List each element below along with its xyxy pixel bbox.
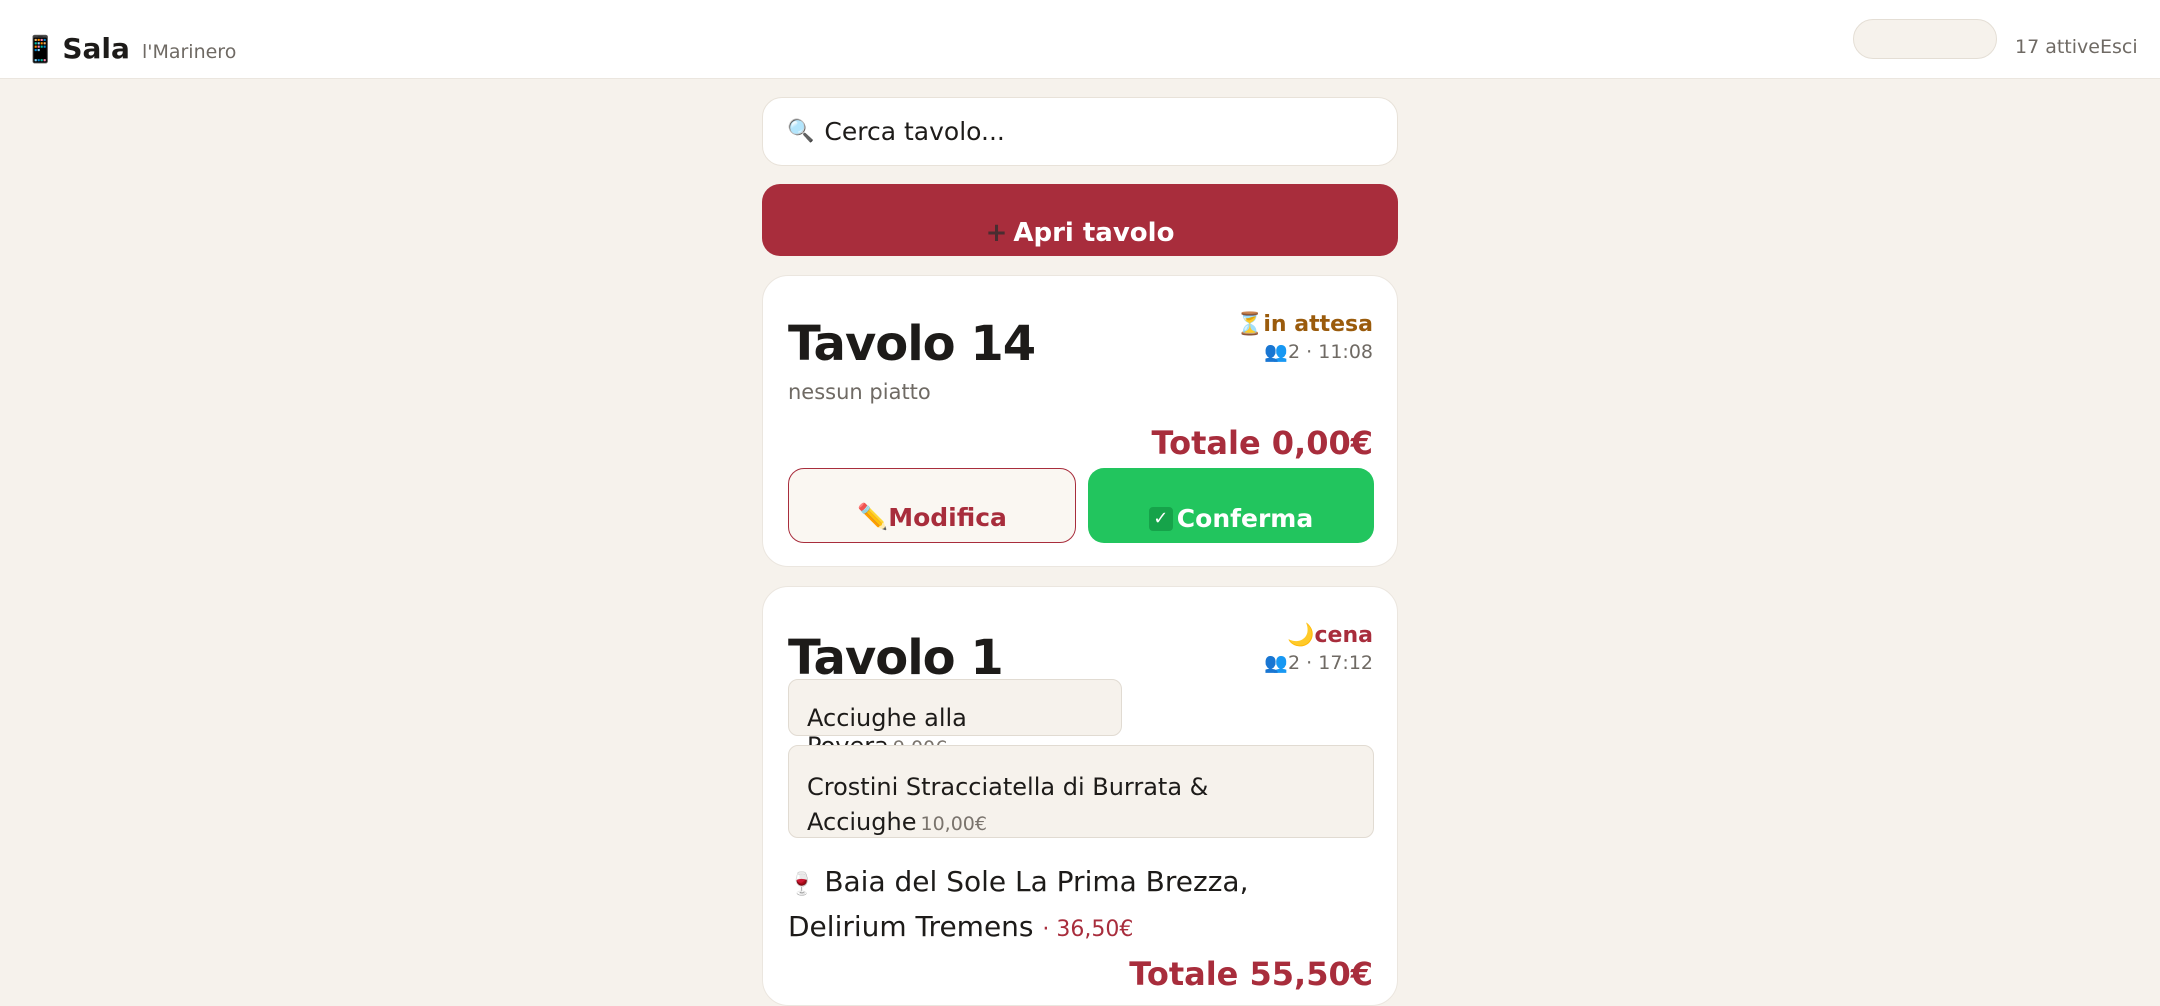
- table-meta: 👥2 · 11:08: [1264, 340, 1373, 363]
- guests-time: 2 · 11:08: [1288, 341, 1373, 363]
- wine-name: Baia del Sole La Prima Brezza, Delirium …: [788, 865, 1249, 943]
- header-pill[interactable]: [1853, 19, 1997, 59]
- check-icon: ✓: [1148, 507, 1173, 531]
- table-card[interactable]: Tavolo 1 🌙cena 👥2 · 17:12 Acciughe alla …: [762, 586, 1398, 1006]
- table-card[interactable]: Tavolo 14 ⏳in attesa 👥2 · 11:08 nessun p…: [762, 275, 1398, 567]
- app-title: Sala: [62, 32, 130, 65]
- table-total: Totale 55,50€: [1129, 955, 1373, 993]
- open-table-button[interactable]: + Apri tavolo: [762, 184, 1398, 256]
- search-bar[interactable]: 🔍: [762, 97, 1398, 166]
- hourglass-icon: ⏳: [1235, 312, 1264, 337]
- moon-icon: 🌙: [1287, 623, 1315, 648]
- status-badge: ⏳in attesa: [1236, 312, 1373, 337]
- wine-price: · 36,50€: [1042, 917, 1134, 942]
- wine-glass-icon: 🍷: [788, 872, 816, 897]
- table-title: Tavolo 1: [788, 630, 1004, 686]
- status-label: in attesa: [1263, 312, 1373, 337]
- dish-item[interactable]: Crostini Stracciatella di Burrata & Acci…: [788, 745, 1374, 838]
- status-badge: 🌙cena: [1287, 623, 1373, 648]
- plus-icon: +: [985, 218, 1008, 248]
- dish-name-line2: Acciughe: [807, 808, 917, 836]
- top-bar: 📱 Sala l'Marinero 17 attive Esci: [0, 0, 2160, 79]
- table-title: Tavolo 14: [788, 316, 1036, 372]
- confirm-button[interactable]: ✓ Conferma: [1088, 468, 1374, 543]
- search-input[interactable]: [824, 117, 1385, 146]
- dish-price: 10,00€: [920, 813, 987, 835]
- guests-time: 2 · 17:12: [1288, 652, 1373, 674]
- table-total: Totale 0,00€: [1151, 424, 1373, 462]
- search-icon: 🔍: [787, 119, 815, 144]
- edit-button[interactable]: ✏️ Modifica: [788, 468, 1076, 543]
- status-label: cena: [1314, 623, 1373, 648]
- active-count: 17 attive: [2015, 36, 2100, 58]
- pencil-icon: ✏️: [857, 502, 889, 531]
- dish-item[interactable]: Acciughe alla Povera9,00€: [788, 679, 1122, 760]
- guests-icon: 👥: [1264, 341, 1289, 363]
- mobile-phone-icon: 📱: [24, 35, 57, 65]
- dish-name-line1: Crostini Stracciatella di Burrata &: [807, 773, 1209, 801]
- restaurant-name: l'Marinero: [141, 41, 237, 63]
- open-table-label: Apri tavolo: [1013, 218, 1175, 248]
- wine-item: 🍷 Baia del Sole La Prima Brezza, Deliriu…: [788, 861, 1348, 951]
- guests-icon: 👥: [1264, 652, 1289, 674]
- brand: 📱 Sala l'Marinero: [24, 32, 236, 65]
- confirm-label: Conferma: [1176, 504, 1314, 533]
- table-meta: 👥2 · 17:12: [1264, 651, 1373, 674]
- edit-label: Modifica: [888, 503, 1007, 532]
- logout-link[interactable]: Esci: [2100, 36, 2138, 58]
- empty-note: nessun piatto: [788, 380, 931, 404]
